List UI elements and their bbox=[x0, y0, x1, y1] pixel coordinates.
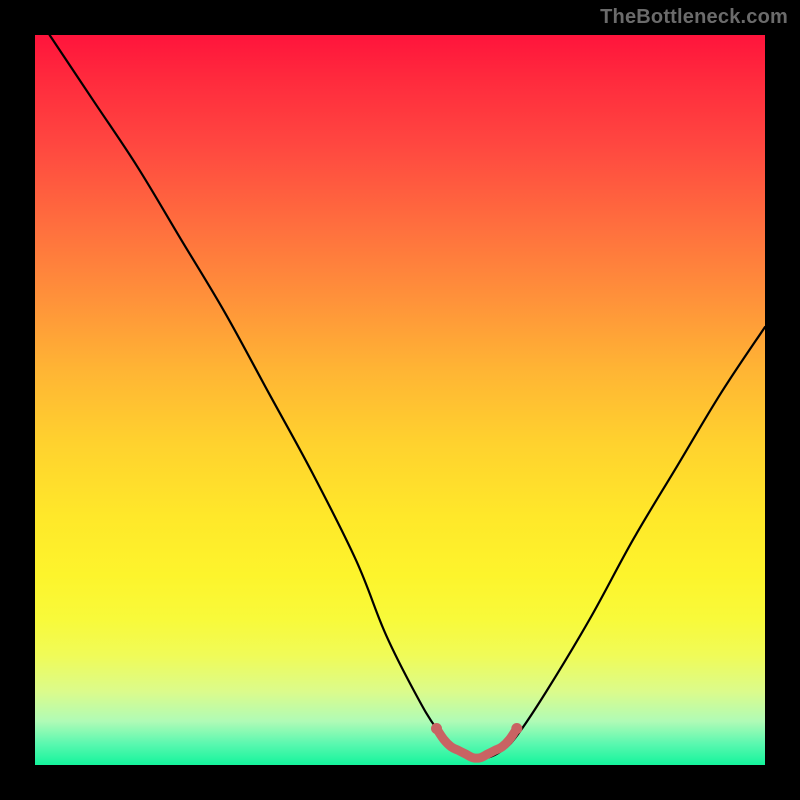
watermark-text: TheBottleneck.com bbox=[600, 6, 788, 29]
highlight-dot-right bbox=[511, 723, 522, 734]
bottom-highlight bbox=[437, 729, 517, 759]
plot-area bbox=[35, 35, 765, 765]
highlight-dot-left bbox=[431, 723, 442, 734]
curve-layer bbox=[35, 35, 765, 765]
bottleneck-curve bbox=[50, 35, 765, 759]
chart-frame: TheBottleneck.com bbox=[0, 0, 800, 800]
